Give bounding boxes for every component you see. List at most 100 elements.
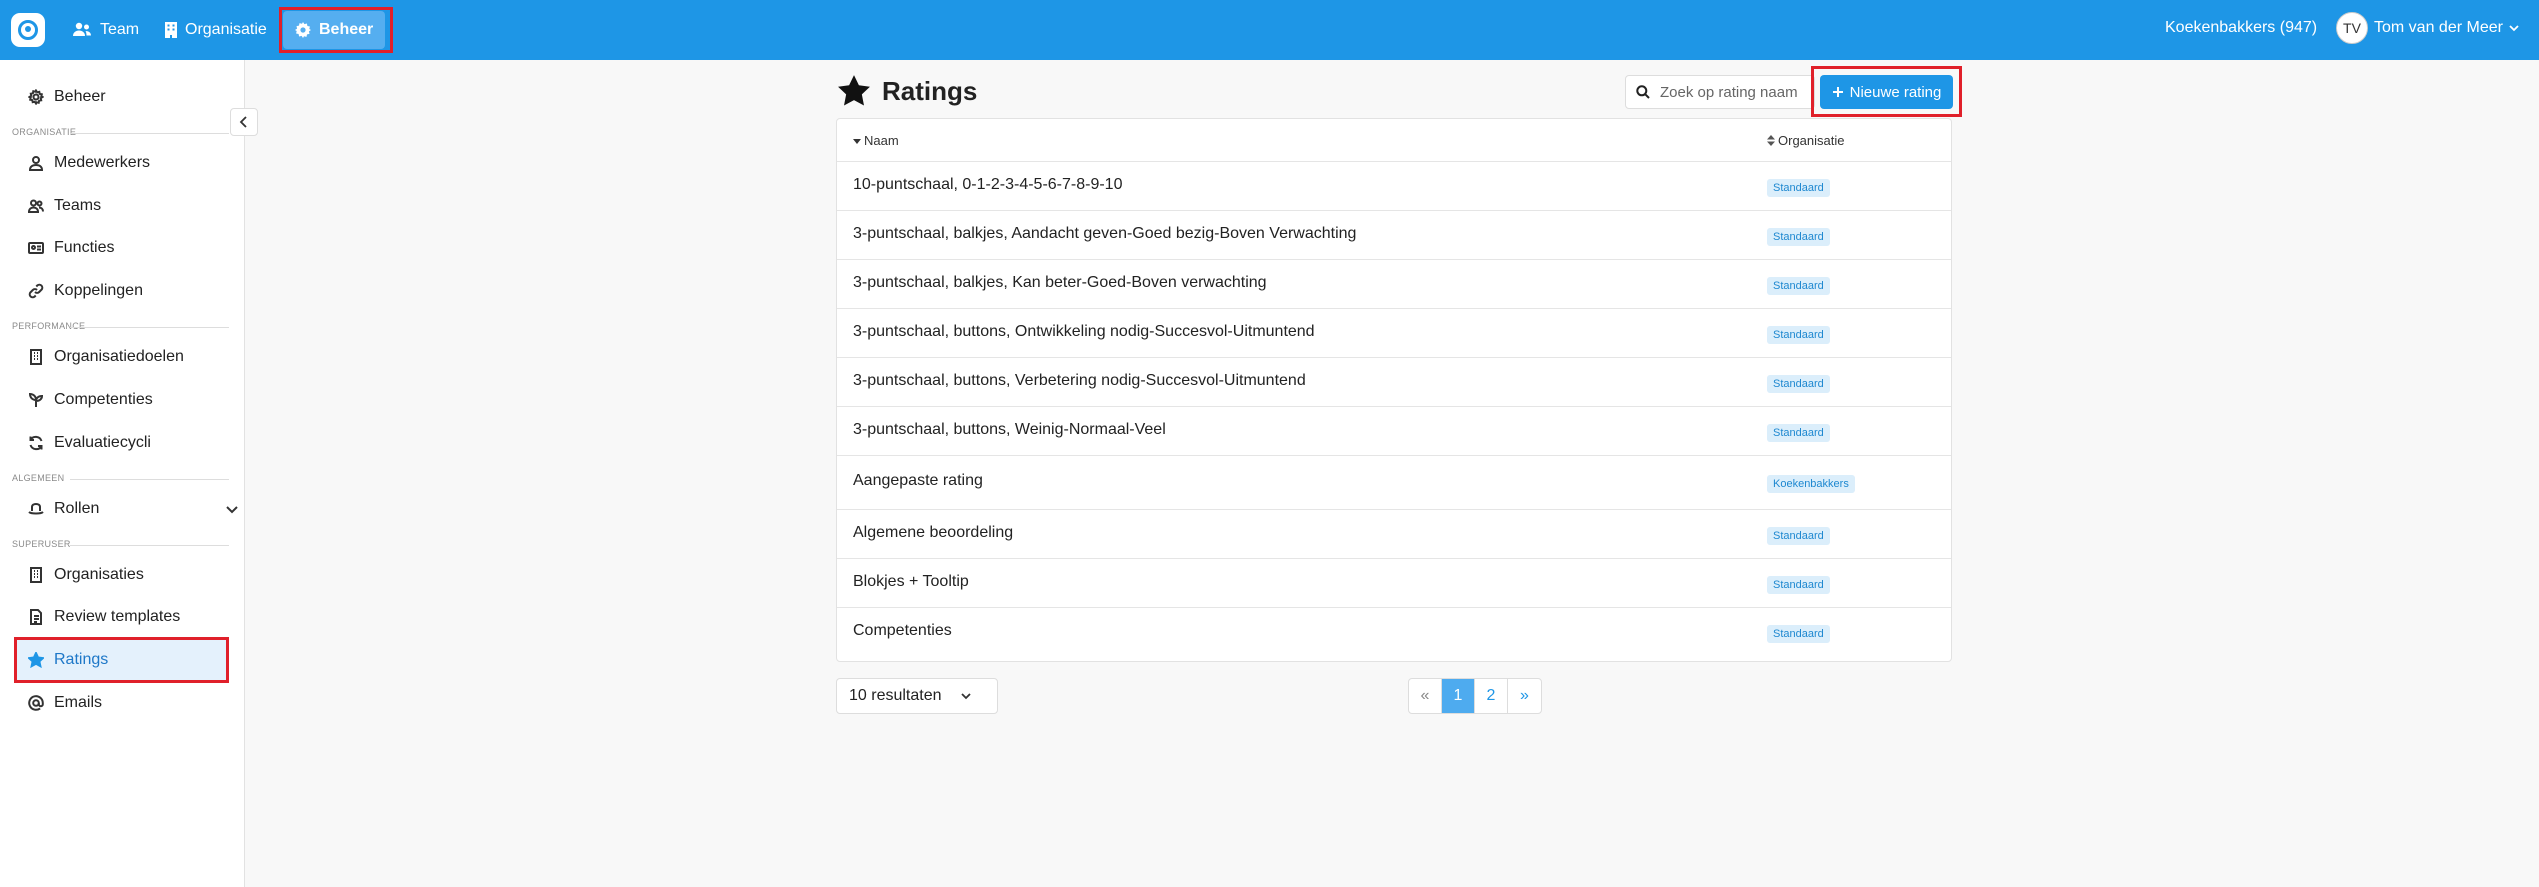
seedling-icon bbox=[28, 392, 44, 407]
pagination-prev[interactable]: « bbox=[1409, 679, 1442, 713]
organisation-badge: Standaard bbox=[1767, 277, 1830, 295]
rating-name[interactable]: 10-puntschaal, 0-1-2-3-4-5-6-7-8-9-10 bbox=[853, 176, 1122, 194]
table-row[interactable]: Aangepaste rating Koekenbakkers bbox=[837, 456, 1951, 510]
table-row[interactable]: 3-puntschaal, buttons, Weinig-Normaal-Ve… bbox=[837, 407, 1951, 456]
column-header-label: Naam bbox=[864, 133, 899, 148]
nav-team-label: Team bbox=[100, 21, 140, 38]
sidebar-item-label: Organisatiedoelen bbox=[54, 348, 184, 365]
sidebar-item-organisatiedoelen[interactable]: Organisatiedoelen bbox=[28, 345, 184, 369]
sidebar: Beheer ORGANISATIE Medewerkers Teams Fun… bbox=[0, 60, 245, 887]
gear-icon bbox=[28, 89, 44, 105]
id-card-icon bbox=[28, 242, 44, 254]
at-sign-icon bbox=[28, 695, 44, 711]
section-label-algemeen: ALGEMEEN bbox=[12, 473, 65, 483]
sidebar-item-rollen[interactable]: Rollen bbox=[28, 497, 238, 521]
divider bbox=[70, 133, 229, 134]
sidebar-collapse-button[interactable] bbox=[230, 108, 258, 136]
sidebar-item-review-templates[interactable]: Review templates bbox=[28, 605, 180, 629]
table-row[interactable]: Competenties Standaard bbox=[837, 608, 1951, 657]
organisation-badge: Standaard bbox=[1767, 179, 1830, 197]
top-navbar: Team Organisatie Beheer Koekenbakkers (9… bbox=[0, 0, 2539, 60]
sidebar-item-label: Organisaties bbox=[54, 566, 144, 583]
users-icon bbox=[73, 22, 91, 36]
pagination-page[interactable]: 2 bbox=[1475, 679, 1508, 713]
rating-name[interactable]: 3-puntschaal, balkjes, Kan beter-Goed-Bo… bbox=[853, 274, 1267, 292]
user-icon bbox=[28, 156, 44, 171]
rating-name[interactable]: Algemene beoordeling bbox=[853, 524, 1013, 542]
organisation-selector[interactable]: Koekenbakkers (947) bbox=[2165, 19, 2317, 37]
sidebar-item-label: Beheer bbox=[54, 88, 106, 105]
column-header-organisatie[interactable]: Organisatie bbox=[1767, 133, 1844, 148]
results-per-page-select[interactable]: 10 resultaten bbox=[836, 678, 998, 714]
refresh-icon bbox=[29, 435, 43, 451]
sidebar-item-beheer[interactable]: Beheer bbox=[28, 85, 106, 109]
sidebar-item-organisaties[interactable]: Organisaties bbox=[28, 563, 144, 587]
building-icon bbox=[30, 349, 42, 365]
divider bbox=[70, 327, 229, 328]
sidebar-item-label: Rollen bbox=[54, 500, 100, 517]
chevron-down-icon bbox=[960, 693, 971, 700]
rating-name[interactable]: Competenties bbox=[853, 622, 952, 640]
sidebar-item-emails[interactable]: Emails bbox=[28, 691, 102, 715]
new-rating-button-label: Nieuwe rating bbox=[1849, 83, 1942, 101]
sidebar-item-evaluatiecycli[interactable]: Evaluatiecycli bbox=[28, 431, 151, 455]
sort-desc-icon bbox=[853, 138, 861, 144]
section-label-organisatie: ORGANISATIE bbox=[12, 127, 77, 137]
rating-name[interactable]: 3-puntschaal, balkjes, Aandacht geven-Go… bbox=[853, 225, 1356, 243]
rating-name[interactable]: 3-puntschaal, buttons, Verbetering nodig… bbox=[853, 372, 1306, 390]
pagination: « 1 2 » bbox=[1408, 678, 1542, 714]
sidebar-item-teams[interactable]: Teams bbox=[28, 194, 101, 218]
users-icon bbox=[28, 199, 44, 213]
avatar[interactable]: TV bbox=[2336, 12, 2368, 44]
star-icon bbox=[838, 75, 870, 106]
chevron-left-icon bbox=[239, 116, 247, 128]
sidebar-item-ratings[interactable]: Ratings bbox=[28, 648, 108, 672]
table-row[interactable]: 3-puntschaal, balkjes, Aandacht geven-Go… bbox=[837, 211, 1951, 260]
sidebar-item-label: Evaluatiecycli bbox=[54, 434, 151, 451]
chevron-down-icon bbox=[2509, 25, 2519, 32]
table-row[interactable]: 3-puntschaal, buttons, Verbetering nodig… bbox=[837, 358, 1951, 407]
pagination-page[interactable]: 1 bbox=[1442, 679, 1475, 713]
sidebar-item-medewerkers[interactable]: Medewerkers bbox=[28, 151, 150, 175]
app-logo[interactable] bbox=[11, 13, 45, 47]
organisation-badge: Standaard bbox=[1767, 527, 1830, 545]
organisation-badge: Koekenbakkers bbox=[1767, 475, 1855, 493]
sidebar-item-label: Koppelingen bbox=[54, 282, 143, 299]
sidebar-item-competenties[interactable]: Competenties bbox=[28, 388, 153, 412]
rating-name[interactable]: Blokjes + Tooltip bbox=[853, 573, 969, 591]
results-per-page-value: 10 resultaten bbox=[849, 687, 942, 704]
sidebar-item-koppelingen[interactable]: Koppelingen bbox=[28, 279, 143, 303]
page-header: Ratings bbox=[836, 74, 977, 108]
rating-name[interactable]: 3-puntschaal, buttons, Ontwikkeling nodi… bbox=[853, 323, 1315, 341]
table-row[interactable]: Algemene beoordeling Standaard bbox=[837, 510, 1951, 559]
sidebar-item-functies[interactable]: Functies bbox=[28, 236, 114, 260]
divider bbox=[70, 479, 229, 480]
column-header-naam[interactable]: Naam bbox=[853, 133, 899, 148]
table-row[interactable]: 3-puntschaal, buttons, Ontwikkeling nodi… bbox=[837, 309, 1951, 358]
sidebar-item-label: Teams bbox=[54, 197, 102, 214]
rating-name[interactable]: Aangepaste rating bbox=[853, 472, 983, 490]
sidebar-item-label: Ratings bbox=[54, 651, 109, 668]
table-row[interactable]: 10-puntschaal, 0-1-2-3-4-5-6-7-8-9-10 Sta… bbox=[837, 162, 1951, 211]
rating-name[interactable]: 3-puntschaal, buttons, Weinig-Normaal-Ve… bbox=[853, 421, 1166, 439]
table-row[interactable]: Blokjes + Tooltip Standaard bbox=[837, 559, 1951, 608]
search-input[interactable] bbox=[1660, 83, 1810, 101]
pagination-next[interactable]: » bbox=[1508, 679, 1541, 713]
table-row[interactable]: 3-puntschaal, balkjes, Kan beter-Goed-Bo… bbox=[837, 260, 1951, 309]
sidebar-item-label: Review templates bbox=[54, 608, 181, 625]
link-icon bbox=[28, 283, 44, 299]
organisation-badge: Standaard bbox=[1767, 576, 1830, 594]
section-label-superuser: SUPERUSER bbox=[12, 539, 71, 549]
user-name-label: Tom van der Meer bbox=[2374, 19, 2503, 36]
nav-organisatie-label: Organisatie bbox=[185, 21, 267, 38]
search-box[interactable] bbox=[1625, 75, 1815, 109]
user-menu[interactable]: Tom van der Meer bbox=[2374, 19, 2519, 37]
column-header-label: Organisatie bbox=[1778, 133, 1845, 148]
nav-team[interactable]: Team bbox=[72, 16, 139, 44]
plus-icon bbox=[1832, 87, 1843, 97]
organisation-badge: Standaard bbox=[1767, 424, 1830, 442]
highlight-box-beheer bbox=[279, 7, 393, 53]
sidebar-item-label: Emails bbox=[54, 694, 103, 711]
nav-organisatie[interactable]: Organisatie bbox=[165, 16, 267, 44]
new-rating-button[interactable]: Nieuwe rating bbox=[1820, 75, 1953, 109]
